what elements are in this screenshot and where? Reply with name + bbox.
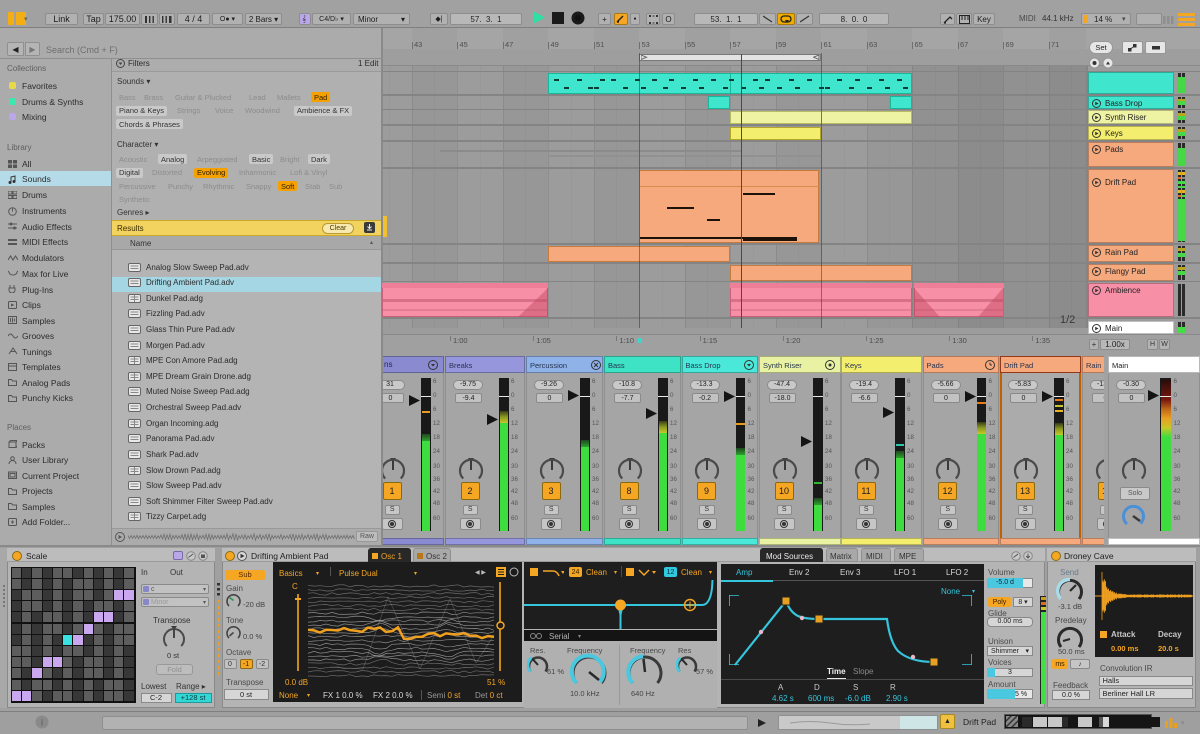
svg-text:i: i xyxy=(41,718,43,728)
